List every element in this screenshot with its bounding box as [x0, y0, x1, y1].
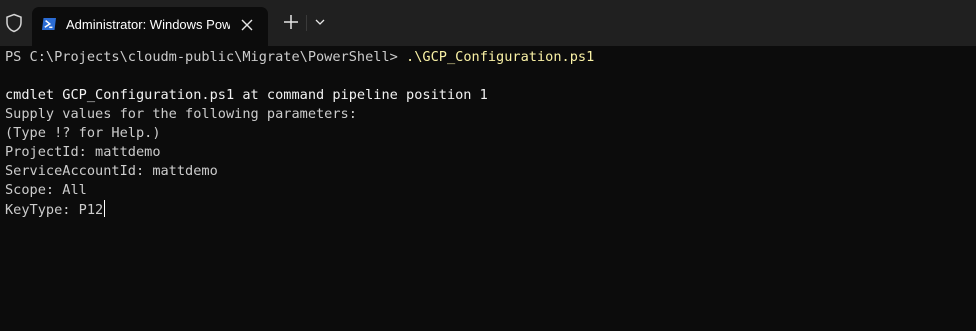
- tab-administrator-powershell[interactable]: Administrator: Windows Powe: [32, 7, 268, 46]
- keytype-line: KeyType: P12: [5, 202, 104, 218]
- text-cursor: [104, 200, 106, 217]
- close-icon[interactable]: [238, 16, 256, 34]
- tab-divider: [306, 15, 307, 31]
- keytype-line-wrapper: KeyType: P12: [5, 200, 106, 219]
- serviceaccountid-line: ServiceAccountId: mattdemo: [5, 163, 218, 179]
- prompt-line: PS C:\Projects\cloudm-public\Migrate\Pow…: [5, 48, 594, 67]
- cmdlet-line: cmdlet GCP_Configuration.ps1 at command …: [5, 87, 488, 103]
- chevron-down-icon[interactable]: [313, 15, 327, 29]
- command-text: .\GCP_Configuration.ps1: [406, 49, 595, 65]
- supply-line: Supply values for the following paramete…: [5, 106, 357, 122]
- terminal-output[interactable]: PS C:\Projects\cloudm-public\Migrate\Pow…: [0, 46, 976, 331]
- projectid-line: ProjectId: mattdemo: [5, 144, 161, 160]
- tab-title: Administrator: Windows Powe: [66, 17, 230, 32]
- plus-icon[interactable]: [282, 13, 300, 31]
- terminal-window: Administrator: Windows Powe PS C:\Projec…: [0, 0, 976, 331]
- tab-bar: Administrator: Windows Powe: [0, 0, 976, 46]
- scope-line: Scope: All: [5, 182, 87, 198]
- prompt-text: PS C:\Projects\cloudm-public\Migrate\Pow…: [5, 49, 407, 65]
- help-line: (Type !? for Help.): [5, 125, 161, 141]
- shield-icon: [6, 13, 22, 33]
- powershell-icon: [42, 18, 56, 30]
